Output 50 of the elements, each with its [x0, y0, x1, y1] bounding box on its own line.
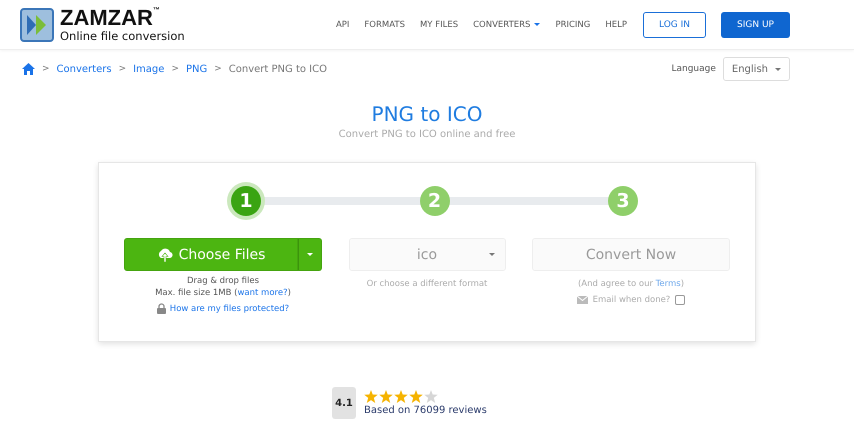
- logo-icon: [20, 8, 54, 42]
- login-button[interactable]: LOG IN: [643, 12, 706, 38]
- step-indicator: 3: [608, 186, 638, 216]
- format-dropdown[interactable]: ico: [348, 238, 506, 271]
- want-more-link[interactable]: want more?: [237, 288, 288, 298]
- breadcrumb-link[interactable]: PNG: [186, 64, 208, 74]
- star-icon: [394, 390, 408, 403]
- home-icon[interactable]: [22, 63, 35, 75]
- breadcrumb-current: Convert PNG to ICO: [228, 64, 327, 74]
- tagline: Online file conversion: [60, 30, 185, 42]
- star-icon: [409, 390, 423, 403]
- star-icon: [379, 390, 393, 403]
- page-title: PNG to ICO: [370, 102, 484, 126]
- format-hint: Or choose a different format: [366, 279, 488, 289]
- breadcrumb-separator: >: [214, 64, 222, 74]
- choose-files-button[interactable]: Choose Files: [124, 238, 298, 271]
- breadcrumb-link[interactable]: Converters: [56, 64, 112, 74]
- star-icon: [424, 390, 438, 403]
- language-dropdown[interactable]: English: [722, 57, 790, 81]
- breadcrumb-separator: >: [171, 64, 179, 74]
- reviews-count: Based on 76099 reviews: [364, 405, 487, 416]
- nav-link[interactable]: PRICING: [555, 20, 590, 30]
- signup-button[interactable]: SIGN UP: [721, 12, 790, 38]
- nav-link[interactable]: FORMATS: [364, 20, 405, 30]
- dropdown-button[interactable]: [298, 238, 322, 271]
- breadcrumb-separator: >: [118, 64, 126, 74]
- caret-icon: [534, 23, 540, 26]
- rating-score: 4.1: [332, 387, 356, 419]
- step-indicator: 2: [420, 186, 450, 216]
- lock-icon: [156, 303, 166, 314]
- nav-link[interactable]: MY FILES: [420, 20, 458, 30]
- nav-link[interactable]: API: [336, 20, 350, 30]
- envelope-icon: [576, 296, 588, 304]
- max-file-size-text: Max. file size 1MB (want more?): [155, 288, 291, 298]
- language-label: Language: [671, 64, 716, 74]
- nav-link[interactable]: HELP: [605, 20, 627, 30]
- nav-link[interactable]: CONVERTERS: [473, 20, 540, 30]
- step-indicator: 1: [231, 186, 261, 216]
- drag-drop-hint: Drag & drop files: [186, 276, 260, 286]
- breadcrumb-link[interactable]: Image: [133, 64, 164, 74]
- page-subtitle: Convert PNG to ICO online and free: [338, 129, 516, 140]
- brand-name: ZAMZAR: [60, 6, 153, 29]
- files-protected-link[interactable]: How are my files protected?: [170, 304, 290, 314]
- convert-now-button[interactable]: Convert Now: [532, 238, 730, 271]
- email-label: Email when done?: [592, 295, 670, 305]
- email-checkbox[interactable]: [675, 295, 686, 305]
- breadcrumb-separator: >: [42, 64, 50, 74]
- upload-cloud-icon: [156, 248, 173, 262]
- terms-text: (And agree to our Terms): [578, 279, 684, 289]
- star-icon: [364, 390, 378, 403]
